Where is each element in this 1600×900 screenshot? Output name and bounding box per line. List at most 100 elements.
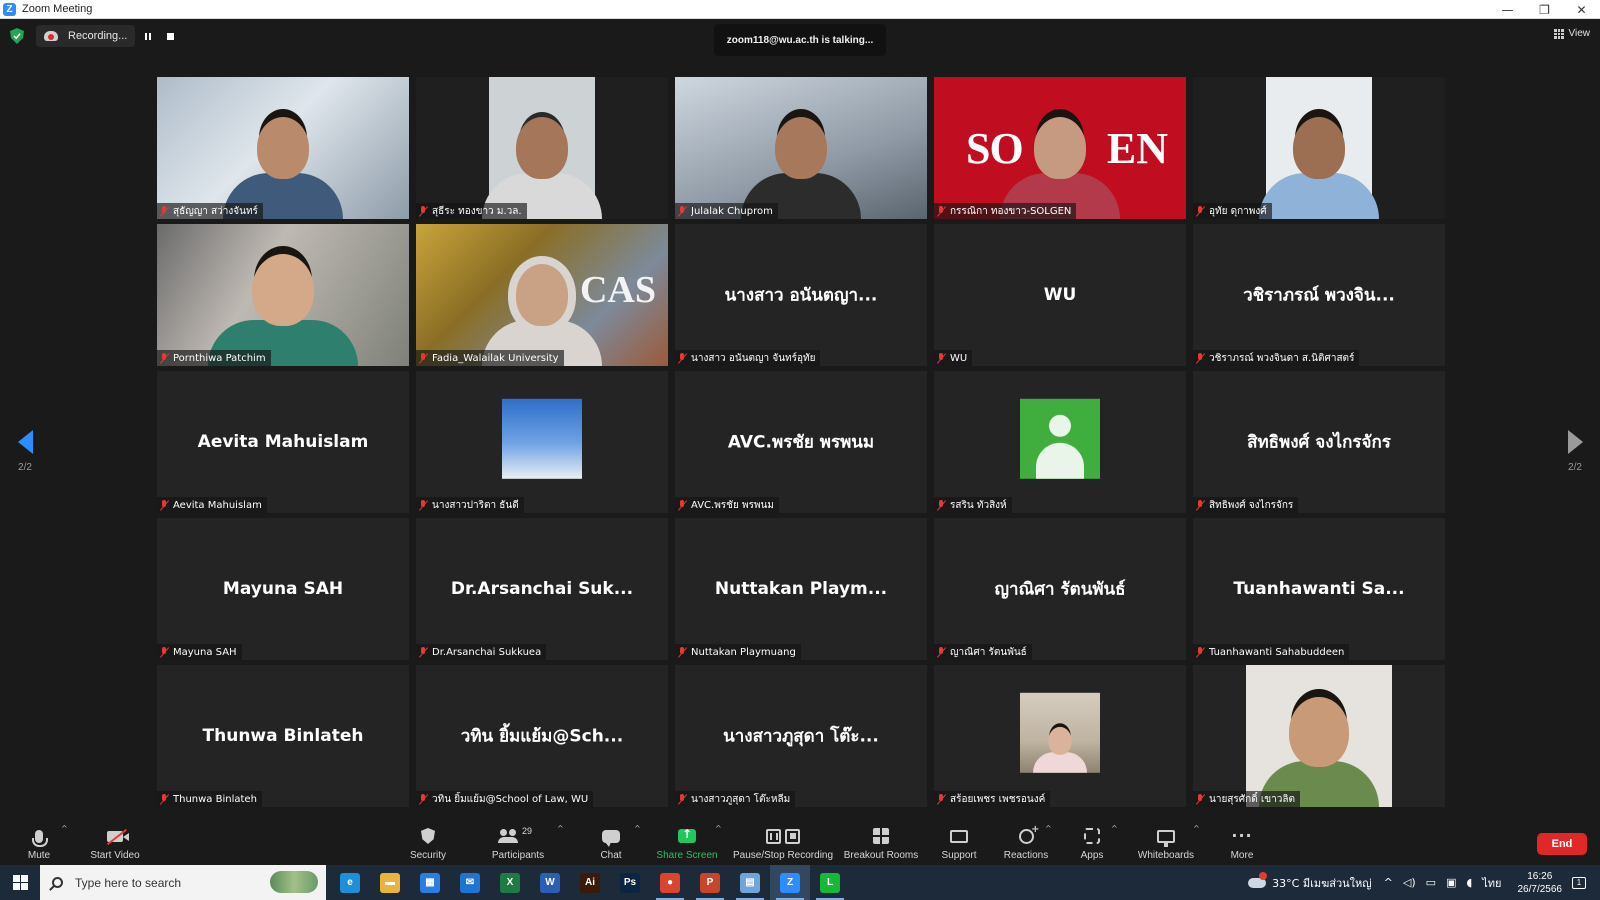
participant-tile[interactable]: นายสุรศักดิ์ เขาวลิต <box>1193 665 1445 807</box>
chat-button[interactable]: Chat <box>596 819 626 865</box>
participant-tile[interactable]: Pornthiwa Patchim <box>157 224 409 366</box>
page-indicator-right: 2/2 <box>1568 462 1582 473</box>
windows-taskbar: Type here to search e ▬ ▦ ✉ X W Ai Ps ● P ▤ Z L 33°C… <box>0 865 1600 900</box>
taskbar-clock[interactable]: 16:26 26/7/2566 <box>1518 870 1563 896</box>
weather-widget[interactable]: 33°C มีเมฆส่วนใหญ่ <box>1248 871 1372 892</box>
encryption-shield-icon[interactable] <box>10 28 24 44</box>
participant-tile[interactable]: Tuanhawanti Sa... Tuanhawanti Sahabuddee… <box>1193 518 1445 660</box>
close-button[interactable]: ✕ <box>1563 0 1600 19</box>
window-titlebar: Z Zoom Meeting — ❐ ✕ <box>0 0 1600 19</box>
taskbar-app-excel[interactable]: X <box>490 865 530 900</box>
participant-tile[interactable]: ญาณิศา รัตนพันธ์ ญาณิศา รัตนพันธ์ <box>934 518 1186 660</box>
video-grid: สุธัญญา สว่างจันทร์ สุธีระ ทองขาว ม.วล. … <box>157 77 1445 809</box>
participant-namebar: กรรณิกา ทองขาว-SOLGEN <box>934 203 1077 219</box>
participant-tile[interactable]: รสริน ทัวสิงห์ <box>934 371 1186 513</box>
participant-name: สุธีระ ทองขาว ม.วล. <box>432 205 522 217</box>
participant-tile[interactable]: สิทธิพงศ์ จงไกรจักร สิทธิพงศ์ จงไกรจักร <box>1193 371 1445 513</box>
tray-overflow-icon[interactable]: ^ <box>1384 876 1393 889</box>
participant-tile[interactable]: สร้อยเพชร เพชรอนงค์ <box>934 665 1186 807</box>
recording-indicator[interactable]: Recording... <box>36 25 136 47</box>
taskbar-app-zoom[interactable]: Z <box>770 865 810 900</box>
active-speaker-banner: zoom118@wu.ac.th is talking... <box>714 24 886 56</box>
audio-options-caret[interactable]: ^ <box>61 824 69 833</box>
taskbar-app-illustrator[interactable]: Ai <box>570 865 610 900</box>
participant-tile[interactable]: สุธัญญา สว่างจันทร์ <box>157 77 409 219</box>
taskbar-app-file-explorer[interactable]: ▬ <box>370 865 410 900</box>
next-page-button[interactable]: 2/2 <box>1560 430 1590 473</box>
taskbar-app-powerpoint[interactable]: P <box>690 865 730 900</box>
taskbar-search[interactable]: Type here to search <box>40 865 326 900</box>
participant-tile[interactable]: นางสาวปาริตา ธันดี <box>416 371 668 513</box>
minimize-button[interactable]: — <box>1489 0 1526 19</box>
participant-tile[interactable]: WU WU <box>934 224 1186 366</box>
participant-tile[interactable]: Julalak Chuprom <box>675 77 927 219</box>
reactions-button[interactable]: Reactions <box>1003 819 1049 865</box>
participant-namebar: ญาณิศา รัตนพันธ์ <box>934 644 1032 660</box>
participant-tile[interactable]: AVC.พรชัย พรพนม AVC.พรชัย พรพนม <box>675 371 927 513</box>
participant-tile[interactable]: นางสาว อนันตญา... นางสาว อนันตญา จันทร์อ… <box>675 224 927 366</box>
pause-stop-recording-icon <box>766 828 800 844</box>
microphone-tray-icon[interactable]: ◖ <box>1466 876 1472 889</box>
mic-muted-icon <box>678 352 687 364</box>
taskbar-app-word[interactable]: W <box>530 865 570 900</box>
participant-namebar: สิทธิพงศ์ จงไกรจักร <box>1193 497 1299 513</box>
participant-tile[interactable]: นางสาวภูสุดา โต๊ะ... นางสาวภูสุดา โต๊ะหล… <box>675 665 927 807</box>
participant-name: สิทธิพงศ์ จงไกรจักร <box>1209 499 1294 511</box>
participant-tile[interactable]: สุธีระ ทองขาว ม.วล. <box>416 77 668 219</box>
participant-tile[interactable]: วทิน ยิ้มแย้ม@Sch... วทิน ยิ้มแย้ม@Schoo… <box>416 665 668 807</box>
network-icon[interactable]: ▣ <box>1446 876 1456 889</box>
participant-tile[interactable]: อุทัย ดุกาพงศ์ <box>1193 77 1445 219</box>
participant-tile[interactable]: CAS Fadia_Walailak University <box>416 224 668 366</box>
whiteboards-button[interactable]: Whiteboards <box>1136 819 1196 865</box>
taskbar-app-notepad[interactable]: ▤ <box>730 865 770 900</box>
apps-options-caret[interactable]: ^ <box>1111 824 1119 833</box>
participant-tile[interactable]: Aevita Mahuislam Aevita Mahuislam <box>157 371 409 513</box>
participant-display-name: วทิน ยิ้มแย้ม@Sch... <box>460 726 624 747</box>
share-screen-button[interactable]: Share Screen <box>656 819 718 865</box>
mute-button[interactable]: Mute <box>22 819 56 865</box>
start-video-button[interactable]: Start Video <box>88 819 142 865</box>
whiteboards-options-caret[interactable]: ^ <box>1193 824 1201 833</box>
participant-tile[interactable]: Mayuna SAH Mayuna SAH <box>157 518 409 660</box>
taskbar-app-line[interactable]: L <box>810 865 850 900</box>
taskbar-app-mail[interactable]: ✉ <box>450 865 490 900</box>
participant-tile[interactable]: วชิราภรณ์ พวงจิน... วชิราภรณ์ พวงจินดา ส… <box>1193 224 1445 366</box>
taskbar-app-chrome[interactable]: ● <box>650 865 690 900</box>
taskbar-app-photoshop[interactable]: Ps <box>610 865 650 900</box>
mic-muted-icon <box>937 793 946 805</box>
mic-muted-icon <box>419 793 428 805</box>
breakout-rooms-button[interactable]: Breakout Rooms <box>844 819 918 865</box>
view-button[interactable]: View <box>1553 28 1590 39</box>
reactions-options-caret[interactable]: ^ <box>1045 824 1053 833</box>
previous-page-button[interactable]: 2/2 <box>10 430 40 473</box>
taskbar-app-edge[interactable]: e <box>330 865 370 900</box>
participant-name: นางสาวภูสุดา โต๊ะหลีม <box>691 793 791 805</box>
more-button[interactable]: ··· More <box>1226 819 1258 865</box>
volume-icon[interactable]: ◁) <box>1403 876 1416 889</box>
share-options-caret[interactable]: ^ <box>715 824 723 833</box>
notifications-icon[interactable]: 1 <box>1572 876 1586 889</box>
participant-tile[interactable]: Nuttakan Playm... Nuttakan Playmuang <box>675 518 927 660</box>
participant-tile[interactable]: Dr.Arsanchai Suk... Dr.Arsanchai Sukkuea <box>416 518 668 660</box>
security-button[interactable]: Security <box>406 819 450 865</box>
end-meeting-button[interactable]: End <box>1537 833 1587 855</box>
meet-now-icon[interactable]: ▭ <box>1426 876 1436 889</box>
profile-picture-photo <box>1020 692 1100 773</box>
apps-button[interactable]: Apps <box>1077 819 1107 865</box>
participant-tile[interactable]: Thunwa Binlateh Thunwa Binlateh <box>157 665 409 807</box>
restore-button[interactable]: ❐ <box>1526 0 1563 19</box>
pause-stop-recording-button[interactable]: Pause/Stop Recording <box>733 819 833 865</box>
support-button[interactable]: Support <box>938 819 980 865</box>
participants-button[interactable]: 29 Participants <box>488 819 548 865</box>
mic-muted-icon <box>1196 646 1205 658</box>
taskbar-app-store[interactable]: ▦ <box>410 865 450 900</box>
mute-label: Mute <box>27 850 51 861</box>
pause-recording-button[interactable] <box>140 28 156 44</box>
input-language[interactable]: ไทย <box>1482 874 1501 892</box>
participant-display-name: ญาณิศา รัตนพันธ์ <box>994 579 1126 600</box>
participant-tile[interactable]: SO EN กรรณิกา ทองขาว-SOLGEN <box>934 77 1186 219</box>
stop-recording-button[interactable] <box>162 28 178 44</box>
participants-options-caret[interactable]: ^ <box>557 824 565 833</box>
chat-options-caret[interactable]: ^ <box>634 824 642 833</box>
start-button[interactable] <box>0 865 40 900</box>
